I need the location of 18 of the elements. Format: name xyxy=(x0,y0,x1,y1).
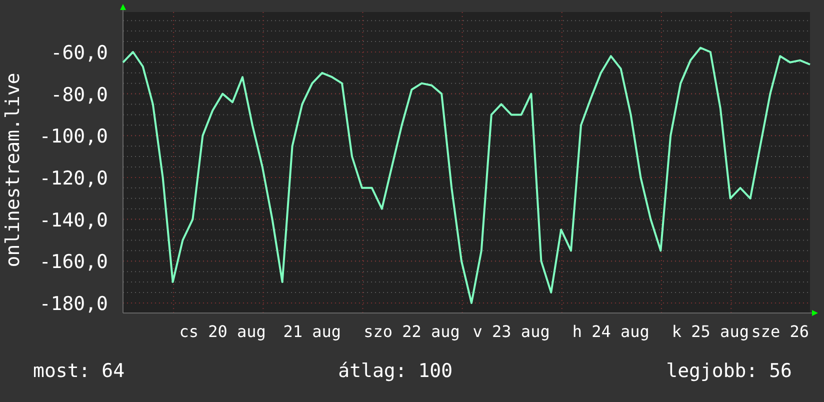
x-tick-label: v 23 aug xyxy=(472,322,550,341)
x-tick-label: szo 22 aug xyxy=(364,322,460,341)
y-tick-label: -80,0 xyxy=(50,84,108,106)
x-tick-label: 21 aug xyxy=(283,322,342,341)
y-tick-label: -120,0 xyxy=(39,167,108,190)
x-tick-label: h 24 aug xyxy=(572,322,650,341)
y-tick-label: -60,0 xyxy=(50,42,108,64)
stat-text: legjobb: 56 xyxy=(666,360,792,382)
stat-text: most: 64 xyxy=(33,360,125,382)
x-tick-label: cs 20 aug xyxy=(179,322,266,341)
y-axis-title: onlinestream.live xyxy=(2,72,24,268)
y-tick-label: -100,0 xyxy=(39,126,108,148)
y-tick-label: -140,0 xyxy=(39,209,108,232)
y-tick-label: -180,0 xyxy=(39,292,108,315)
x-tick-label: k 25 aug xyxy=(672,322,749,341)
x-tick-label: sze 26 xyxy=(751,322,810,341)
stat-text: átlag: 100 xyxy=(338,360,453,382)
y-tick-label: -160,0 xyxy=(39,251,108,274)
